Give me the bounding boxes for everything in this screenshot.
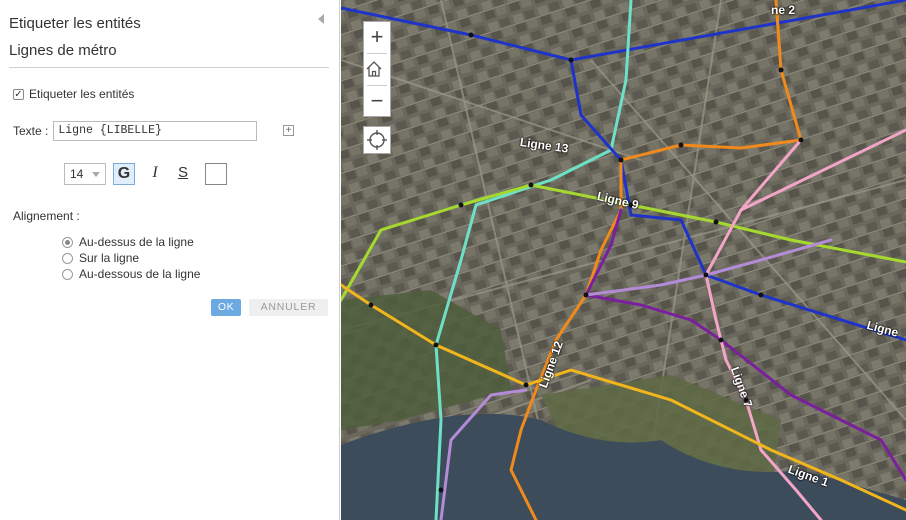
map-view[interactable]: ne 2 Ligne 13 Ligne 9 Ligne 12 Ligne 7 L…	[341, 0, 906, 520]
radio-below-label: Au-dessous de la ligne	[79, 267, 201, 281]
add-field-icon[interactable]: +	[283, 125, 294, 136]
layer-name: Lignes de métro	[9, 42, 117, 59]
chevron-down-icon	[92, 172, 100, 177]
radio-on-label: Sur la ligne	[79, 251, 140, 265]
collapse-panel-icon[interactable]	[318, 14, 324, 24]
alignment-option-above[interactable]: Au-dessus de la ligne	[62, 235, 194, 249]
underline-button[interactable]: S	[172, 163, 194, 185]
text-row: Texte : Ligne {LIBELLE}	[13, 121, 258, 141]
label-features-checkbox[interactable]: ✓	[13, 88, 24, 100]
font-size-select[interactable]: 14	[64, 163, 106, 185]
label-settings-panel: Etiqueter les entités Lignes de métro ✓ …	[0, 0, 340, 520]
radio-above[interactable]	[62, 236, 73, 248]
zoom-controls: + −	[363, 21, 391, 117]
crosshair-icon	[367, 130, 387, 150]
station-dot	[718, 337, 724, 343]
label-features-row[interactable]: ✓ Etiqueter les entités	[13, 87, 134, 101]
font-color-swatch[interactable]	[205, 163, 227, 185]
station-dot	[438, 487, 444, 493]
station-dot	[713, 219, 719, 225]
station-dot	[703, 272, 709, 278]
station-dot	[678, 142, 684, 148]
app-window: Etiqueter les entités Lignes de métro ✓ …	[0, 0, 906, 520]
ok-button[interactable]: OK	[211, 299, 241, 316]
locate-button[interactable]	[363, 126, 391, 154]
zoom-in-button[interactable]: +	[364, 22, 390, 53]
station-dot	[468, 32, 474, 38]
station-dot	[523, 382, 529, 388]
station-dot	[618, 157, 624, 163]
metro-map-canvas[interactable]	[341, 0, 906, 520]
station-dot	[568, 57, 574, 63]
station-dot	[583, 292, 589, 298]
home-icon	[366, 61, 382, 77]
home-button[interactable]	[364, 54, 390, 85]
text-field-label: Texte :	[13, 124, 49, 138]
panel-title: Etiqueter les entités	[9, 15, 141, 32]
station-dot	[758, 292, 764, 298]
map-label-ligne-2: ne 2	[771, 3, 796, 17]
station-dot	[528, 182, 534, 188]
alignment-option-on[interactable]: Sur la ligne	[62, 251, 139, 265]
radio-above-label: Au-dessus de la ligne	[79, 235, 194, 249]
label-expression-input[interactable]: Ligne {LIBELLE}	[53, 121, 258, 141]
alignment-option-below[interactable]: Au-dessous de la ligne	[62, 267, 200, 281]
station-dot	[798, 137, 804, 143]
station-dot	[778, 67, 784, 73]
station-dot	[458, 202, 464, 208]
divider	[9, 67, 329, 68]
cancel-button[interactable]: ANNULER	[249, 299, 328, 316]
alignment-label: Alignement :	[13, 209, 80, 223]
station-dot	[368, 302, 374, 308]
radio-on[interactable]	[62, 252, 73, 264]
label-features-label: Etiqueter les entités	[29, 87, 135, 101]
radio-below[interactable]	[62, 268, 73, 280]
italic-button[interactable]: I	[144, 163, 166, 185]
bold-button[interactable]: G	[113, 163, 135, 185]
font-size-value: 14	[70, 167, 84, 181]
station-dot	[433, 342, 439, 348]
zoom-out-button[interactable]: −	[364, 86, 390, 117]
